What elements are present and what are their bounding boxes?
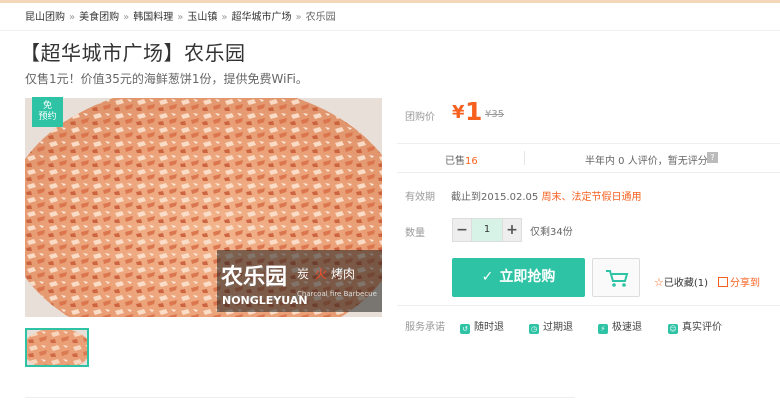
price-label: 团购价 (405, 112, 435, 123)
validity-note: 周末、法定节假日通用 (541, 192, 642, 203)
service-refund-anytime: ↺ 随时退 (460, 318, 504, 334)
tag-charcoal: 炭 (297, 267, 309, 281)
breadcrumb-current: 农乐园 (305, 12, 336, 23)
decrease-button[interactable]: − (453, 219, 471, 241)
check-icon: ✓ (481, 269, 494, 285)
favorite-button[interactable]: ☆已收藏(1) (654, 274, 708, 289)
validity-date: 截止到2015.02.05 (451, 192, 539, 203)
brand-en-watermark: NONGLEYUAN (222, 294, 308, 307)
lightning-icon: ⚡ (598, 324, 608, 334)
divider (524, 151, 525, 165)
breadcrumb-separator: » (123, 12, 130, 23)
tag-fire: 火 (315, 267, 327, 281)
quantity-input[interactable]: 1 (471, 219, 503, 241)
share-icon (718, 277, 728, 287)
sold-count: 已售16 (445, 152, 478, 167)
brand-watermark: 农乐园 (220, 264, 287, 290)
divider (397, 305, 780, 306)
product-photo[interactable]: 农乐园 NONGLEYUAN 炭 火 烤肉 Charcoal fire Barb… (25, 98, 382, 317)
sold-number: 16 (465, 156, 478, 167)
breadcrumb-separator: » (295, 12, 302, 23)
quantity-stepper: − 1 + (452, 218, 522, 242)
quantity-label: 数量 (405, 228, 425, 239)
service-label: 过期退 (543, 322, 573, 333)
services-label: 服务承诺 (405, 322, 445, 333)
breadcrumb-separator: » (221, 12, 228, 23)
sold-label: 已售 (445, 156, 465, 167)
share-button[interactable]: 分享到 (718, 274, 760, 289)
badge-line-1: 免 (42, 101, 52, 111)
cart-icon (606, 270, 629, 287)
deal-subtitle: 仅售1元！价值35元的海鲜葱饼1份，提供免费WiFi。 (25, 72, 308, 86)
badge-line-2: 预约 (38, 112, 57, 122)
food-image: 农乐园 NONGLEYUAN 炭 火 烤肉 Charcoal fire Barb… (25, 98, 382, 317)
original-price: ¥35 (485, 109, 505, 120)
validity-text: 截止到2015.02.05 周末、法定节假日通用 (451, 188, 641, 203)
tag-en: Charcoal fire Barbecue (297, 290, 377, 298)
divider (25, 397, 575, 398)
no-reservation-badge: 免 预约 (32, 97, 63, 127)
breadcrumb-link-korean[interactable]: 韩国料理 (133, 12, 173, 23)
breadcrumb-link-town[interactable]: 玉山镇 (187, 12, 217, 23)
user-icon: ☺ (668, 324, 678, 334)
page-title: 【超华城市广场】农乐园 (20, 41, 246, 65)
service-label: 极速退 (612, 322, 642, 333)
star-icon: ☆ (654, 276, 664, 289)
help-icon[interactable]: ? (707, 152, 718, 163)
add-to-cart-button[interactable] (592, 258, 640, 297)
refund-icon: ↺ (460, 324, 470, 334)
share-label: 分享到 (730, 278, 760, 289)
service-refund-expired: ◷ 过期退 (529, 318, 573, 334)
price-currency: ¥ (452, 102, 465, 123)
favorite-label: 已收藏(1) (663, 278, 709, 289)
breadcrumb-link-plaza[interactable]: 超华城市广场 (232, 12, 292, 23)
deal-price: 1 (465, 97, 483, 126)
remaining-stock: 仅剩34份 (530, 227, 573, 238)
breadcrumb-link-city[interactable]: 昆山团购 (25, 12, 65, 23)
service-real-reviews: ☺ 真实评价 (668, 318, 722, 334)
divider (0, 30, 780, 31)
breadcrumb: 昆山团购» 美食团购» 韩国料理» 玉山镇» 超华城市广场» 农乐园 (25, 8, 336, 23)
service-refund-fast: ⚡ 极速退 (598, 318, 642, 334)
validity-label: 有效期 (405, 192, 435, 203)
breadcrumb-link-food[interactable]: 美食团购 (79, 12, 119, 23)
thumbnail-image (27, 330, 87, 365)
buy-now-button[interactable]: ✓ 立即抢购 (452, 258, 585, 297)
top-accent-line (0, 0, 780, 3)
clock-icon: ◷ (529, 324, 539, 334)
breadcrumb-separator: » (177, 12, 184, 23)
service-label: 真实评价 (682, 322, 722, 333)
review-summary[interactable]: 半年内 0 人评价，暂无评分 (585, 152, 708, 167)
buy-now-label: 立即抢购 (499, 269, 556, 285)
thumbnail-1[interactable] (25, 328, 89, 367)
breadcrumb-separator: » (69, 12, 76, 23)
increase-button[interactable]: + (503, 219, 521, 241)
tag-bbq: 烤肉 (331, 266, 355, 281)
service-label: 随时退 (474, 322, 504, 333)
